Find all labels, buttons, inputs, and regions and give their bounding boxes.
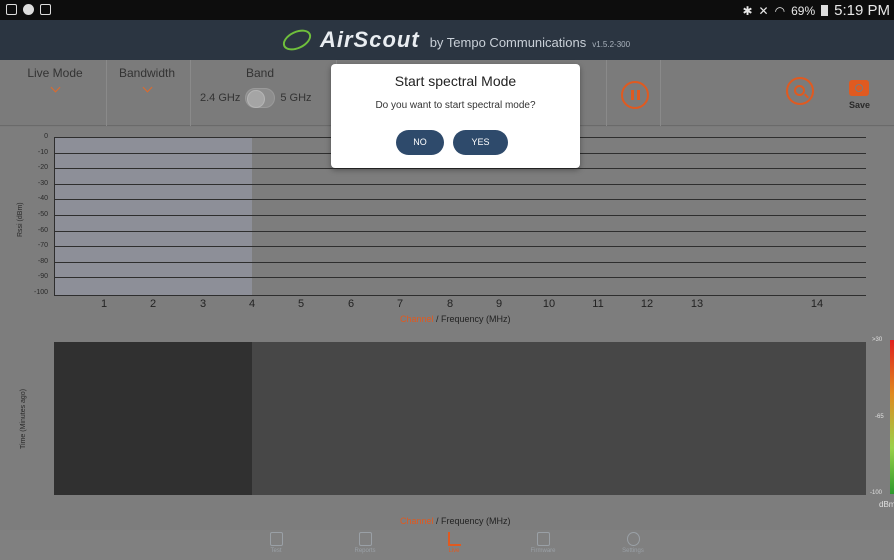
live-mode-dropdown[interactable]: Live Mode [20,66,90,93]
app-name: AirScout [320,27,420,52]
battery-icon [821,5,829,16]
save-button-label[interactable]: Save [849,100,870,110]
x-tick: 10 [542,298,556,310]
firmware-icon [536,532,550,546]
x-tick: 6 [347,298,355,310]
status-system-info: ✱ ✕ ◠ 69% 5:19 PM [742,2,890,19]
mute-icon: ✕ [758,3,769,18]
x-tick: 2 [149,298,157,310]
status-notification-icons [6,4,51,15]
legend-bottom: -100 [870,490,883,496]
live-chart-icon [447,532,461,546]
start-spectral-dialog: Start spectral Mode Do you want to start… [331,64,580,168]
status-bar: ✱ ✕ ◠ 69% 5:19 PM [0,0,894,20]
x-tick: 1 [100,298,108,310]
x-tick: 8 [446,298,454,310]
band-label: Band [245,66,275,80]
band-selector: Band 2.4 GHz 5 GHz [200,66,320,108]
nav-firmware[interactable]: Firmware [523,532,563,554]
waterfall-plot [54,342,866,495]
airscout-logo-icon [279,25,315,55]
wifi-icon: ◠ [774,3,786,18]
live-mode-label: Live Mode [27,66,83,80]
y-tick: -10 [37,149,48,156]
x-tick: 13 [690,298,704,310]
app-vendor: by Tempo Communications [429,35,587,50]
y-tick: -90 [37,273,48,280]
settings-icon [626,532,640,546]
legend-top: >30 [872,337,883,343]
band-toggle[interactable] [245,88,276,108]
y-tick: -40 [37,195,48,202]
app-title-bar: AirScout by Tempo Communications v1.5.2-… [0,20,894,60]
main-content: 0 -10 -20 -30 -40 -50 -60 -70 -80 -90 -1… [0,127,894,530]
bottom-nav: Test Reports Live Firmware Settings [0,530,894,560]
y-tick: -70 [37,242,48,249]
spectrum-x-axis-label: Channel / Frequency (MHz) [400,314,511,324]
x-tick: 4 [248,298,256,310]
y-tick: -100 [33,289,48,296]
band-shade [54,137,252,296]
nav-live[interactable]: Live [434,532,474,554]
bluetooth-icon: ✱ [742,3,753,18]
y-tick: -80 [37,258,48,265]
y-tick: -30 [37,180,48,187]
reports-icon [358,532,372,546]
y-tick: 0 [44,133,48,140]
chevron-down-icon [50,82,60,93]
band-5ghz-label: 5 GHz [280,92,312,104]
pause-icon [631,90,640,100]
band-24ghz-label: 2.4 GHz [200,92,241,104]
clock: 5:19 PM [834,2,890,19]
x-tick: 12 [640,298,654,310]
legend-unit: dBm [879,500,894,509]
nav-reports[interactable]: Reports [345,532,385,554]
x-tick: 14 [810,298,824,310]
battery-percent: 69% [791,3,816,18]
no-button[interactable]: NO [396,130,444,155]
nav-test[interactable]: Test [256,532,296,554]
mail-icon [40,4,51,15]
time-axis-label: Time (Minutes ago) [20,388,27,449]
test-icon [269,532,283,546]
rssi-axis-label: Rssi (dBm) [17,202,24,237]
zoom-button[interactable] [786,77,814,105]
waterfall-x-axis-label: Channel / Frequency (MHz) [400,516,511,526]
x-tick: 9 [495,298,503,310]
dialog-message: Do you want to start spectral mode? [375,100,536,111]
nav-settings[interactable]: Settings [613,532,653,554]
yes-button[interactable]: YES [453,130,508,155]
x-tick: 11 [592,298,604,310]
bandwidth-dropdown[interactable]: Bandwidth [112,66,182,93]
x-tick: 5 [297,298,305,310]
dialog-title: Start spectral Mode [394,73,517,89]
camera-icon[interactable] [849,80,869,96]
dbm-color-legend [890,340,894,494]
x-tick: 7 [396,298,404,310]
waterfall-band-shade [54,342,252,495]
y-tick: -20 [37,164,48,171]
app-logo: AirScout by Tempo Communications v1.5.2-… [279,25,631,55]
chevron-down-icon [142,82,152,93]
pause-button[interactable] [621,81,649,109]
x-tick: 3 [199,298,207,310]
dnd-icon [23,4,34,15]
legend-mid: -65 [875,414,884,420]
bandwidth-label: Bandwidth [118,66,176,80]
app-version: v1.5.2-300 [592,40,631,49]
gallery-icon [6,4,17,15]
